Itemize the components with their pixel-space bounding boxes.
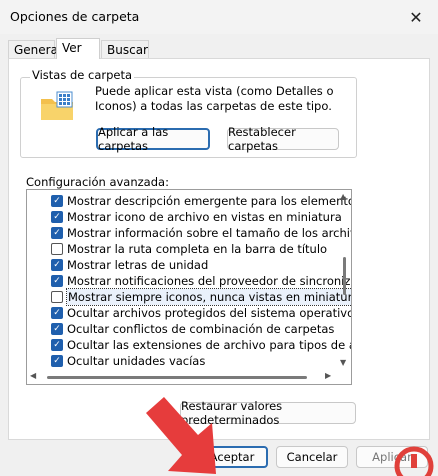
list-item-label: Mostrar descripción emergente para los e…: [67, 194, 351, 208]
checkbox-checked[interactable]: ✓: [51, 227, 63, 239]
tab-ver[interactable]: Ver: [56, 38, 100, 59]
list-item[interactable]: ✓ Ocultar archivos protegidos del sistem…: [27, 305, 351, 321]
list-item-label: Mostrar letras de unidad: [67, 258, 209, 272]
list-item[interactable]: ✓ Mostrar letras de unidad: [27, 257, 347, 273]
scroll-right-icon[interactable]: ▶: [325, 371, 331, 380]
folder-views-description: Puede aplicar esta vista (como Detalles …: [95, 84, 334, 113]
title-bar: Opciones de carpeta ✕: [0, 0, 438, 34]
apply-to-folders-button[interactable]: Aplicar a las carpetas: [96, 125, 210, 153]
list-item[interactable]: ✓ Mostrar descripción emergente para los…: [27, 193, 351, 209]
tab-general[interactable]: General: [8, 40, 61, 59]
checkbox-checked[interactable]: ✓: [51, 211, 63, 223]
folder-views-title: Vistas de carpeta: [30, 68, 135, 82]
checkbox-checked[interactable]: ✓: [51, 355, 63, 367]
checkbox-checked[interactable]: ✓: [51, 275, 63, 287]
annotation-arrow-icon: [146, 397, 216, 474]
cancel-button[interactable]: Cancelar: [276, 446, 348, 468]
list-item-label: Mostrar siempre iconos, nunca vistas en …: [65, 288, 351, 306]
folder-grid-icon: [41, 91, 73, 120]
scroll-down-icon[interactable]: ▼: [340, 358, 346, 367]
list-item-label: Mostrar notificaciones del proveedor de …: [67, 274, 352, 288]
list-item[interactable]: Mostrar la ruta completa en la barra de …: [27, 241, 347, 257]
list-item[interactable]: ✓ Ocultar las extensiones de archivo par…: [27, 337, 351, 353]
list-item-selected[interactable]: Mostrar siempre iconos, nunca vistas en …: [27, 288, 351, 306]
advanced-settings-label: Configuración avanzada:: [26, 175, 169, 189]
hscroll-thumb[interactable]: [47, 376, 307, 379]
list-item[interactable]: ✓ Ocultar unidades vacías: [27, 353, 347, 369]
list-item[interactable]: ✓ Ocultar conflictos de combinación de c…: [27, 321, 347, 337]
close-icon[interactable]: ✕: [402, 4, 430, 30]
checkbox-checked[interactable]: ✓: [51, 323, 63, 335]
list-item-label: Mostrar icono de archivo en vistas en mi…: [67, 210, 342, 224]
checkbox-unchecked[interactable]: [51, 291, 63, 303]
vertical-scrollbar[interactable]: ▲ ▼: [337, 190, 351, 384]
reset-folders-button[interactable]: Restablecer carpetas: [227, 125, 339, 153]
scroll-thumb[interactable]: [343, 257, 346, 295]
checkbox-checked[interactable]: ✓: [51, 195, 63, 207]
checkbox-checked[interactable]: ✓: [51, 307, 63, 319]
horizontal-scrollbar[interactable]: ◀ ▶: [27, 370, 337, 384]
logo-watermark-icon: [394, 446, 434, 476]
advanced-settings-list[interactable]: ✓ Mostrar descripción emergente para los…: [26, 189, 352, 385]
checkbox-unchecked[interactable]: [51, 243, 63, 255]
list-item-label: Mostrar información sobre el tamaño de l…: [67, 226, 351, 240]
list-item[interactable]: ✓ Mostrar información sobre el tamaño de…: [27, 225, 351, 241]
scroll-up-icon[interactable]: ▲: [340, 192, 346, 201]
checkbox-checked[interactable]: ✓: [51, 259, 63, 271]
list-item-label: Ocultar archivos protegidos del sistema …: [67, 306, 352, 320]
tab-buscar[interactable]: Buscar: [101, 40, 149, 59]
list-item-label: Ocultar conflictos de combinación de car…: [67, 322, 335, 336]
list-item[interactable]: ✓ Mostrar notificaciones del proveedor d…: [27, 273, 351, 289]
list-item-label: Ocultar las extensiones de archivo para …: [67, 338, 351, 352]
checkbox-checked[interactable]: ✓: [51, 339, 63, 351]
list-item-label: Mostrar la ruta completa en la barra de …: [67, 242, 328, 256]
list-item[interactable]: ✓ Mostrar icono de archivo en vistas en …: [27, 209, 347, 225]
list-item-label: Ocultar unidades vacías: [67, 354, 206, 368]
window-title: Opciones de carpeta: [10, 9, 140, 24]
scroll-left-icon[interactable]: ◀: [30, 371, 36, 380]
